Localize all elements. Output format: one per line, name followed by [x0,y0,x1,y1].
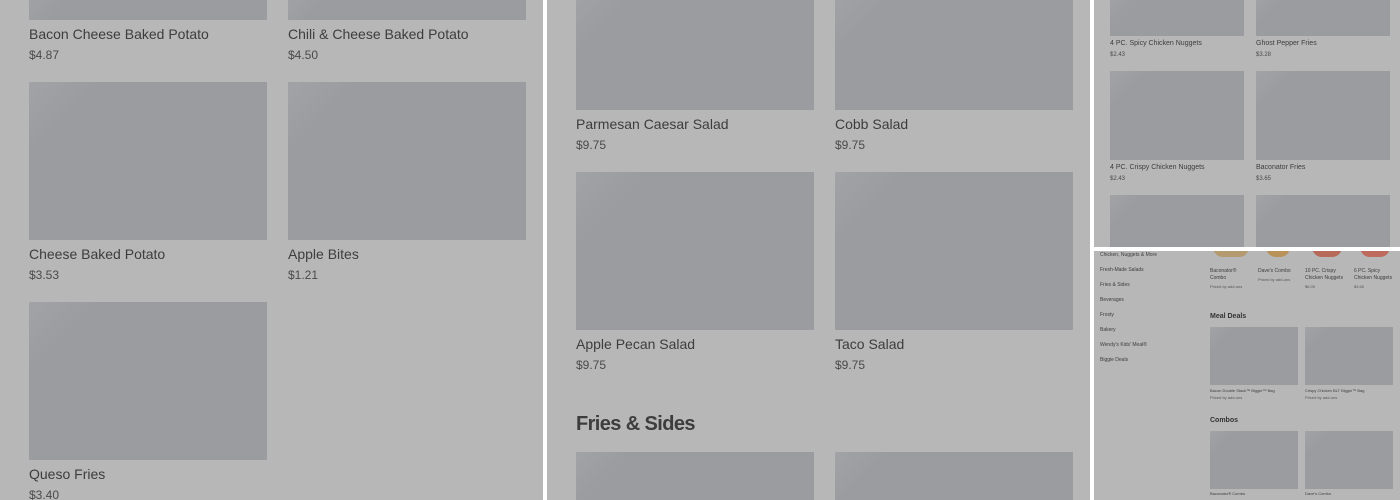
item-name[interactable]: Baconator® Combo [1210,491,1245,496]
item-price: $3.65 [1354,284,1365,289]
item-name[interactable]: Dave's Combo [1258,268,1298,275]
item-name[interactable]: Bacon Cheese Baked Potato [29,26,209,42]
sidebar-item-biggie-deals[interactable]: Biggie Deals [1100,357,1128,363]
item-price: Priced by add-ons [1210,284,1243,289]
menu-panel-potatoes: Bacon Cheese Baked Potato $4.87 Chili & … [0,0,543,500]
item-image[interactable] [1110,71,1244,160]
item-name[interactable]: Queso Fries [29,466,105,482]
item-image[interactable] [835,0,1073,110]
item-image[interactable] [1305,431,1393,489]
item-name[interactable]: Baconator Fries [1256,164,1305,171]
item-image[interactable] [1110,0,1244,36]
item-image[interactable] [1360,251,1390,257]
sidebar-item-kids-meal[interactable]: Wendy's Kids' Meal® [1100,342,1147,348]
item-price: $2.43 [1110,52,1126,58]
sidebar-item-frosty[interactable]: Frosty [1100,312,1114,318]
sidebar-item-salads[interactable]: Fresh-Made Salads [1100,267,1144,273]
item-name[interactable]: Dave's Combo [1305,491,1331,496]
item-name[interactable]: Apple Pecan Salad [576,336,695,352]
sidebar-item-bakery[interactable]: Bakery [1100,327,1116,333]
item-image[interactable] [1266,251,1290,257]
item-image[interactable] [1256,0,1390,36]
item-image[interactable] [1256,71,1390,160]
item-image[interactable] [1210,327,1298,385]
item-name[interactable]: Taco Salad [835,336,904,352]
item-image[interactable] [29,0,267,20]
sidebar-item-beverages[interactable]: Beverages [1100,297,1124,303]
section-heading-fries-sides: Fries & Sides [576,413,696,435]
item-name[interactable]: Baconator® Combo [1210,268,1248,282]
item-price: $9.75 [835,358,866,372]
item-name[interactable]: Crispy Chicken BLT Biggie™ Bag [1305,388,1364,393]
item-image[interactable] [576,0,814,110]
item-image[interactable] [1110,195,1244,247]
item-price: $3.65 [1256,176,1272,182]
item-name[interactable]: Bacon Double Stack™ Biggie™ Bag [1210,388,1275,393]
item-price: Priced by add-ons [1210,395,1243,400]
item-name[interactable]: Cobb Salad [835,116,908,132]
item-price: $4.50 [288,48,319,62]
item-image[interactable] [1312,251,1342,257]
item-image[interactable] [1213,251,1249,257]
menu-panel-salads: Parmesan Caesar Salad $9.75 Cobb Salad $… [547,0,1090,500]
item-image[interactable] [1305,327,1393,385]
item-name[interactable]: 10 PC. Crispy Chicken Nuggets [1305,268,1350,282]
menu-panel-nuggets: 4 PC. Spicy Chicken Nuggets $2.43 Ghost … [1094,0,1400,247]
item-image[interactable] [288,82,526,240]
item-price: $3.40 [29,488,60,500]
sidebar-item-fries-sides[interactable]: Fries & Sides [1100,282,1130,288]
item-price: $3.28 [1256,52,1272,58]
item-name[interactable]: Parmesan Caesar Salad [576,116,729,132]
item-image[interactable] [1210,431,1298,489]
item-name[interactable]: Apple Bites [288,246,359,262]
section-heading-combos: Combos [1210,417,1238,424]
item-price: Priced by add-ons [1305,395,1338,400]
item-price: $9.75 [576,358,607,372]
item-image[interactable] [29,302,267,460]
item-name[interactable]: Ghost Pepper Fries [1256,40,1317,47]
item-price: $9.75 [576,138,607,152]
item-name[interactable]: 6 PC. Spicy Chicken Nuggets [1354,268,1398,282]
item-price: $9.75 [835,138,866,152]
section-heading-meal-deals: Meal Deals [1210,313,1247,320]
item-price: $4.87 [29,48,60,62]
item-name[interactable]: 4 PC. Spicy Chicken Nuggets [1110,40,1202,47]
item-price: Priced by add-ons [1258,277,1291,282]
item-name[interactable]: Chili & Cheese Baked Potato [288,26,469,42]
item-price: $6.09 [1305,284,1316,289]
item-name[interactable]: Cheese Baked Potato [29,246,165,262]
item-image[interactable] [835,452,1073,500]
item-name[interactable]: 4 PC. Crispy Chicken Nuggets [1110,164,1205,171]
item-image[interactable] [288,0,526,20]
item-image[interactable] [576,172,814,330]
item-price: $1.21 [288,268,319,282]
item-image[interactable] [1256,195,1390,247]
menu-panel-overview: Chicken, Nuggets & More Fresh-Made Salad… [1094,251,1400,500]
item-image[interactable] [835,172,1073,330]
item-price: $2.43 [1110,176,1126,182]
item-image[interactable] [29,82,267,240]
item-image[interactable] [576,452,814,500]
item-price: $3.53 [29,268,60,282]
sidebar-item-chicken[interactable]: Chicken, Nuggets & More [1100,252,1157,258]
